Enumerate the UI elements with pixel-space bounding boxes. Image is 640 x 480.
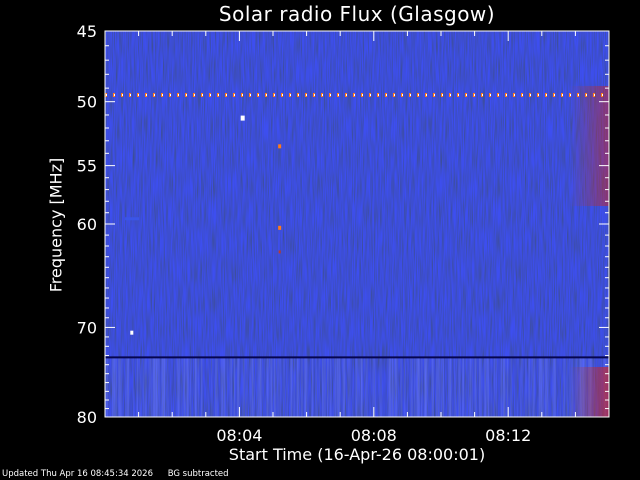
burst-spot — [125, 217, 140, 221]
footer: Updated Thu Apr 16 08:45:34 2026 BG subt… — [2, 469, 229, 479]
edge-glow-bottom — [569, 367, 609, 417]
y-tick-label: 70 — [77, 318, 97, 337]
y-tick-label: 45 — [77, 22, 97, 41]
processing-note: BG subtracted — [167, 469, 229, 479]
y-tick-label: 60 — [77, 215, 97, 234]
vertical-streaks — [105, 357, 609, 417]
y-axis-label: Frequency [MHz] — [46, 157, 66, 293]
edge-glow-top — [569, 86, 609, 206]
burst-spot — [278, 225, 282, 230]
burst-spot — [240, 115, 245, 121]
x-axis-label: Start Time (16-Apr-26 08:00:01) — [228, 445, 486, 464]
y-tick-label: 80 — [77, 408, 97, 427]
chart-title: Solar radio Flux (Glasgow) — [218, 2, 496, 26]
burst-spot — [130, 330, 134, 335]
spectrogram-chart: 08:04 08:08 08:12 45 50 55 60 70 80 — [77, 22, 610, 445]
x-tick-label: 08:12 — [485, 426, 531, 445]
y-tick-label: 50 — [77, 93, 97, 112]
burst-spot — [278, 144, 282, 149]
updated-timestamp: Updated Thu Apr 16 08:45:34 2026 — [2, 469, 153, 479]
plot-area — [104, 30, 610, 418]
y-tick-label: 55 — [77, 157, 97, 176]
x-tick-label: 08:04 — [216, 426, 262, 445]
burst-spot — [278, 250, 281, 254]
x-tick-label: 08:08 — [351, 426, 397, 445]
